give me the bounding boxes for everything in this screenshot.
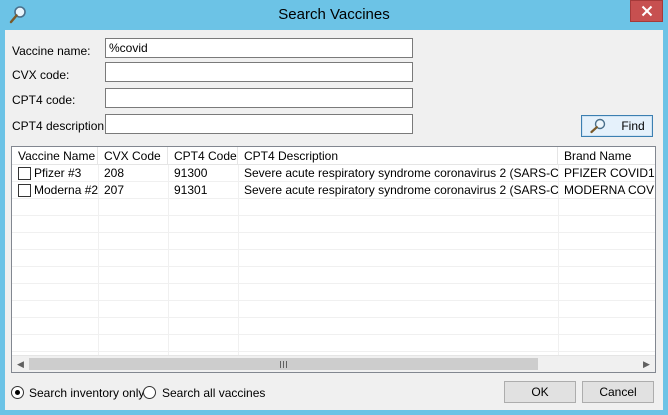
cell-brand-name: MODERNA COVID — [564, 183, 656, 197]
empty-row — [12, 301, 655, 318]
cell-cpt4-description: Severe acute respiratory syndrome corona… — [244, 183, 558, 197]
title-bar: Search Vaccines — [0, 0, 668, 30]
close-icon — [641, 5, 652, 17]
table-header: Vaccine Name CVX Code CPT4 Code CPT4 Des… — [12, 147, 655, 165]
dialog-body: Vaccine name: %covid CVX code: CPT4 code… — [5, 30, 663, 410]
ok-button[interactable]: OK — [504, 381, 576, 403]
empty-row — [12, 233, 655, 250]
scroll-left-icon[interactable]: ◀ — [12, 356, 29, 372]
cell-vaccine-name: Pfizer #3 — [34, 166, 82, 180]
scrollbar-thumb[interactable] — [29, 358, 538, 370]
cell-cpt4-code: 91300 — [174, 166, 208, 180]
cpt4-code-label: CPT4 code: — [12, 93, 76, 107]
cell-cpt4-description: Severe acute respiratory syndrome corona… — [244, 166, 558, 180]
cell-cvx-code: 208 — [104, 166, 125, 180]
cell-cpt4-code: 91301 — [174, 183, 208, 197]
close-button[interactable] — [630, 0, 663, 22]
search-icon — [589, 118, 607, 134]
cancel-button[interactable]: Cancel — [582, 381, 654, 403]
empty-row — [12, 216, 655, 233]
cvx-code-label: CVX code: — [12, 68, 70, 82]
window-title: Search Vaccines — [278, 6, 390, 23]
scroll-right-icon[interactable]: ▶ — [638, 356, 655, 372]
vaccine-name-input[interactable]: %covid — [105, 38, 413, 58]
column-header-brand-name[interactable]: Brand Name — [558, 147, 655, 165]
empty-row — [12, 284, 655, 301]
cell-brand-name: PFIZER COVID19 — [564, 166, 656, 180]
cvx-code-input[interactable] — [105, 62, 413, 82]
cpt4-description-input[interactable] — [105, 114, 413, 134]
cpt4-description-label: CPT4 description: — [12, 119, 108, 133]
horizontal-scrollbar[interactable]: ◀ ▶ — [12, 355, 655, 372]
radio-selected-dot — [15, 390, 20, 395]
radio-search-all-label[interactable]: Search all vaccines — [162, 386, 265, 400]
radio-search-inventory-label[interactable]: Search inventory only — [29, 386, 144, 400]
find-button-label: Find — [621, 119, 645, 133]
cell-cvx-code: 207 — [104, 183, 125, 197]
radio-search-all[interactable] — [143, 386, 156, 399]
cpt4-code-input[interactable] — [105, 88, 413, 108]
empty-row — [12, 199, 655, 216]
column-header-cpt4-code[interactable]: CPT4 Code — [168, 147, 238, 165]
column-header-cpt4-description[interactable]: CPT4 Description — [238, 147, 558, 165]
cell-vaccine-name: Moderna #2 — [34, 183, 98, 197]
radio-search-inventory[interactable] — [11, 386, 24, 399]
empty-row — [12, 250, 655, 267]
column-header-vaccine-name[interactable]: Vaccine Name — [12, 147, 98, 165]
table-row[interactable]: Pfizer #3 208 91300 Severe acute respira… — [12, 165, 655, 182]
empty-row — [12, 335, 655, 352]
vaccine-name-label: Vaccine name: — [12, 44, 91, 58]
empty-row — [12, 318, 655, 335]
results-table: Vaccine Name CVX Code CPT4 Code CPT4 Des… — [11, 146, 656, 373]
find-button[interactable]: Find — [581, 115, 653, 137]
table-row[interactable]: Moderna #2 207 91301 Severe acute respir… — [12, 182, 655, 199]
column-header-cvx-code[interactable]: CVX Code — [98, 147, 168, 165]
empty-row — [12, 267, 655, 284]
search-vaccines-window: Search Vaccines Vaccine name: %covid CVX… — [0, 0, 668, 415]
